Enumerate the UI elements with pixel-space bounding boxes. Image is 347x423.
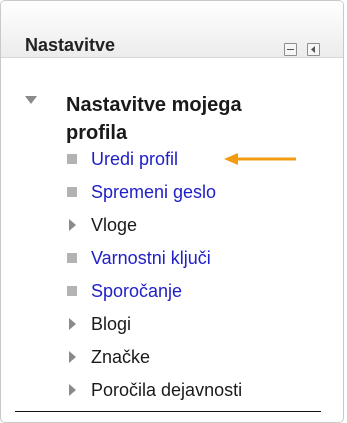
minimize-icon[interactable] xyxy=(284,43,297,56)
nav-item-label[interactable]: Poročila dejavnosti xyxy=(91,380,242,401)
nav-item-label[interactable]: Vloge xyxy=(91,215,137,236)
nav-item-sporocanje[interactable]: Sporočanje xyxy=(67,277,327,305)
settings-block: Nastavitve Nastavitve mojega profila Ure… xyxy=(0,0,344,423)
nav-item-znacke[interactable]: Značke xyxy=(67,343,327,371)
nav-item-vloge[interactable]: Vloge xyxy=(67,211,327,239)
nav-item-label[interactable]: Sporočanje xyxy=(91,281,182,302)
arrow-left-icon xyxy=(224,153,296,165)
caret-right-icon[interactable] xyxy=(69,351,76,363)
square-bullet-icon xyxy=(67,187,77,197)
square-bullet-icon xyxy=(67,253,77,263)
section-title[interactable]: Nastavitve mojega profila xyxy=(66,91,306,147)
block-header: Nastavitve xyxy=(1,1,343,58)
nav-item-spremeni-geslo[interactable]: Spremeni geslo xyxy=(67,178,327,206)
block-content: Nastavitve mojega profila Uredi profil S… xyxy=(1,57,343,422)
dock-icon[interactable] xyxy=(307,43,320,56)
nav-item-label[interactable]: Blogi xyxy=(91,314,131,335)
nav-item-label[interactable]: Spremeni geslo xyxy=(91,182,216,203)
caret-right-icon[interactable] xyxy=(69,318,76,330)
square-bullet-icon xyxy=(67,286,77,296)
block-title: Nastavitve xyxy=(25,35,116,55)
nav-item-blogi[interactable]: Blogi xyxy=(67,310,327,338)
nav-item-porocila-dejavnosti[interactable]: Poročila dejavnosti xyxy=(67,376,327,404)
square-bullet-icon xyxy=(67,154,77,164)
nav-item-label[interactable]: Značke xyxy=(91,347,150,368)
caret-down-icon[interactable] xyxy=(25,95,37,105)
nav-item-label[interactable]: Varnostni ključi xyxy=(91,248,211,269)
nav-item-label[interactable]: Uredi profil xyxy=(91,149,178,170)
nav-item-varnostni-kljuci[interactable]: Varnostni ključi xyxy=(67,244,327,272)
divider xyxy=(15,411,321,412)
caret-right-icon[interactable] xyxy=(69,219,76,231)
caret-right-icon[interactable] xyxy=(69,384,76,396)
